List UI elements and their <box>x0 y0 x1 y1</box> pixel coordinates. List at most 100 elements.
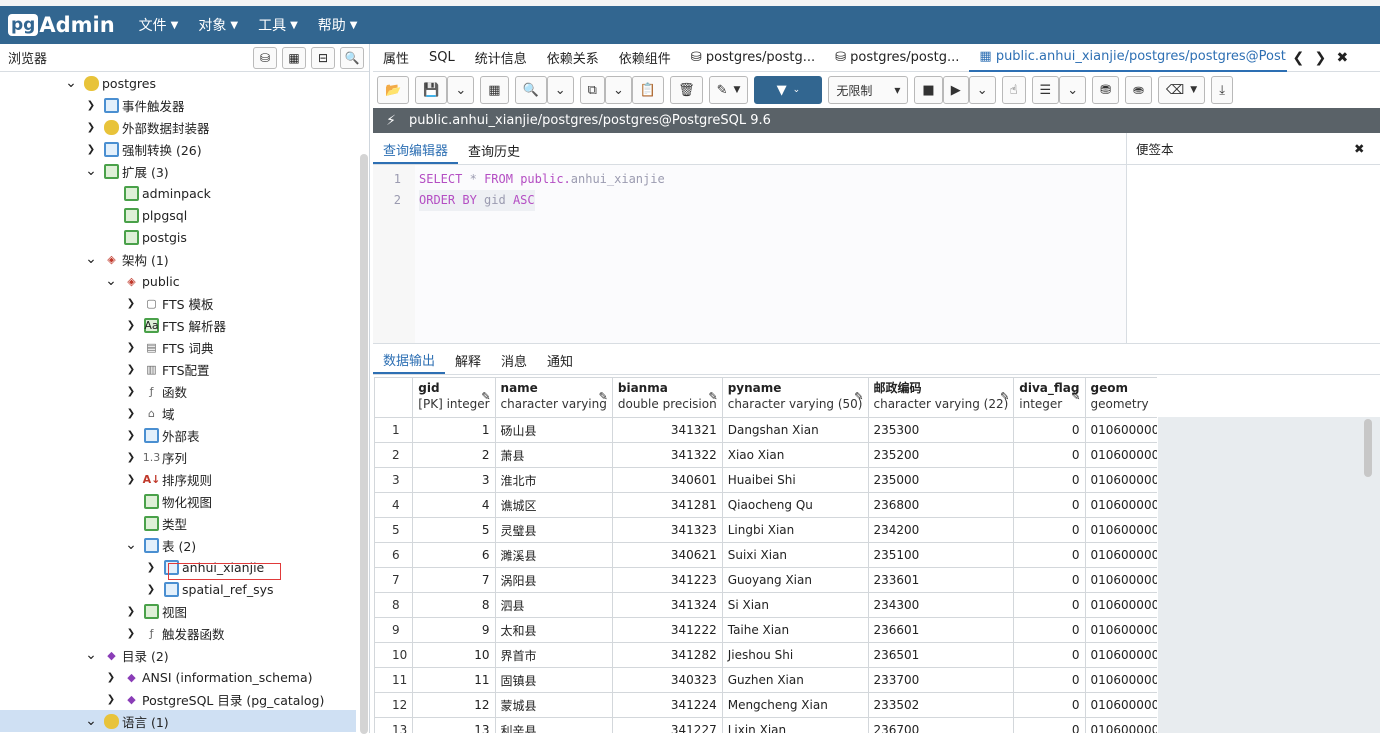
copy-dropdown[interactable]: ⌄ <box>604 76 632 104</box>
chevron-right-icon[interactable]: ❯ <box>124 452 138 463</box>
tree-node[interactable]: 类型 <box>124 512 187 534</box>
tree-node[interactable]: ❯ ƒ 函数 <box>124 380 187 402</box>
table-cell[interactable]: 340601 <box>611 467 723 493</box>
tab-sql[interactable]: SQL <box>419 44 465 72</box>
chevron-down-icon[interactable]: ⌄ <box>64 76 78 90</box>
edit-column-icon[interactable]: ✎ <box>709 390 718 403</box>
execute-dropdown[interactable]: ⌄ <box>968 76 996 104</box>
table-row[interactable]: 1010界首市341282Jieshou Shi2365010010600000… <box>374 642 1157 668</box>
save-button[interactable]: 💾 <box>415 76 448 104</box>
table-cell[interactable]: Huaibei Shi <box>721 467 869 493</box>
chevron-down-icon[interactable]: ⌄ <box>104 274 118 288</box>
table-cell[interactable]: 233700 <box>867 667 1015 693</box>
table-cell[interactable]: 0 <box>1013 667 1086 693</box>
table-cell[interactable]: 0 <box>1013 517 1086 543</box>
table-cell[interactable]: Guoyang Xian <box>721 567 869 593</box>
sql-editor[interactable]: 1 SELECT * FROM public.anhui_xianjie 2 O… <box>373 165 1126 343</box>
table-cell[interactable]: 0 <box>1013 467 1086 493</box>
table-cell[interactable]: 0 <box>1013 542 1086 568</box>
tree-node[interactable]: ⌄ ◈ public <box>104 270 180 292</box>
table-cell[interactable]: 0 <box>1013 417 1086 443</box>
search-icon[interactable]: 🔍 <box>340 46 364 69</box>
tree-node[interactable]: ❯ ⌂ 域 <box>124 402 175 424</box>
tab-prev-icon[interactable]: ❮ <box>1287 50 1309 66</box>
chevron-right-icon[interactable]: ❯ <box>104 694 118 705</box>
table-cell[interactable]: 萧县 <box>494 442 613 468</box>
grid-scrollbar[interactable] <box>1364 419 1372 477</box>
data-grid[interactable]: gid [PK] integer ✎ name character varying ✎ bi… <box>374 377 1157 733</box>
tree-node[interactable]: ❯ 视图 <box>124 600 187 622</box>
edit-column-icon[interactable]: ✎ <box>1071 390 1080 403</box>
find-table-button[interactable]: ▦ <box>480 76 509 104</box>
explain-button[interactable]: ☝ <box>1001 76 1026 104</box>
paste-button[interactable]: 📋 <box>631 76 665 104</box>
view-data-icon[interactable]: ▦ <box>282 46 306 69</box>
table-cell[interactable]: 5 <box>412 517 496 543</box>
tab-properties[interactable]: 属性 <box>373 44 419 72</box>
table-cell[interactable]: Mengcheng Xian <box>721 692 869 718</box>
column-header-gid[interactable]: gid [PK] integer ✎ <box>412 377 496 418</box>
table-cell[interactable]: Si Xian <box>721 592 869 618</box>
chevron-down-icon[interactable]: ⌄ <box>84 164 98 178</box>
table-cell[interactable]: 0 <box>1013 642 1086 668</box>
table-cell[interactable]: 谯城区 <box>494 492 613 518</box>
table-cell[interactable]: 0 <box>1013 442 1086 468</box>
tab-query-history[interactable]: 查询历史 <box>458 136 530 164</box>
tab-dependents[interactable]: 依赖组件 <box>609 44 681 72</box>
table-cell[interactable]: 蒙城县 <box>494 692 613 718</box>
table-cell[interactable]: 341222 <box>611 617 723 643</box>
table-cell[interactable]: 235000 <box>867 467 1015 493</box>
tree-node[interactable]: ⌄ postgres <box>64 72 156 94</box>
column-header-pyname[interactable]: pyname character varying (50) ✎ <box>721 377 869 418</box>
table-cell[interactable]: 341223 <box>611 567 723 593</box>
table-cell[interactable]: 233601 <box>867 567 1015 593</box>
table-cell[interactable]: 341323 <box>611 517 723 543</box>
table-cell[interactable]: 233502 <box>867 692 1015 718</box>
table-cell[interactable]: 01060000000100... <box>1084 542 1157 568</box>
column-header-name[interactable]: name character varying ✎ <box>494 377 613 418</box>
table-row[interactable]: 1111固镇县340323Guzhen Xian2337000010600000… <box>374 667 1157 693</box>
column-header-邮政编码[interactable]: 邮政编码 character varying (22) ✎ <box>867 377 1015 418</box>
table-cell[interactable]: 234300 <box>867 592 1015 618</box>
table-cell[interactable]: 341281 <box>611 492 723 518</box>
table-row[interactable]: 12 12 蒙城县 341224 Mengcheng Xian 233502 0 010600… <box>374 692 1157 718</box>
edit-button[interactable]: ✎ ▼ <box>708 76 749 104</box>
open-file-button[interactable]: 📂 <box>377 76 410 104</box>
chevron-right-icon[interactable]: ❯ <box>84 122 98 133</box>
table-cell[interactable]: 341322 <box>611 442 723 468</box>
tree-node[interactable]: ❯ 外部表 <box>124 424 200 446</box>
table-cell[interactable]: 340323 <box>611 667 723 693</box>
chevron-right-icon[interactable]: ❯ <box>124 342 138 353</box>
table-cell[interactable]: 341224 <box>611 692 723 718</box>
chevron-right-icon[interactable]: ❯ <box>84 144 98 155</box>
table-cell[interactable]: 0 <box>1013 692 1086 718</box>
edit-column-icon[interactable]: ✎ <box>599 390 608 403</box>
tab-messages[interactable]: 消息 <box>491 346 537 374</box>
table-cell[interactable]: 236501 <box>867 642 1015 668</box>
table-cell[interactable]: 10 <box>412 642 496 668</box>
chevron-right-icon[interactable]: ❯ <box>124 474 138 485</box>
table-cell[interactable]: 236800 <box>867 492 1015 518</box>
edit-column-icon[interactable]: ✎ <box>481 390 490 403</box>
tree-node[interactable]: ❯ ▤ FTS 词典 <box>124 336 214 358</box>
table-cell[interactable]: 涡阳县 <box>494 567 613 593</box>
table-cell[interactable]: 8 <box>412 592 496 618</box>
table-cell[interactable]: Lixin Xian <box>721 717 869 733</box>
find-button[interactable]: 🔍 <box>514 76 547 104</box>
explain-dropdown[interactable]: ⌄ <box>1059 76 1087 104</box>
table-cell[interactable]: 01060000000100... <box>1084 667 1157 693</box>
table-row[interactable]: 44谯城区341281Qiaocheng Qu23680000106000000… <box>374 492 1157 518</box>
filter-rows-icon[interactable]: ⊟ <box>311 46 335 69</box>
tab-query-2[interactable]: ⛁ postgres/postg... <box>825 44 969 72</box>
table-cell[interactable]: 4 <box>412 492 496 518</box>
tree-node[interactable]: ❯ ▥ FTS配置 <box>124 358 210 380</box>
tab-notifications[interactable]: 通知 <box>537 346 583 374</box>
table-cell[interactable]: Dangshan Xian <box>721 417 869 443</box>
tree-node[interactable]: ❯ ◆ ANSI (information_schema) <box>104 666 313 688</box>
table-cell[interactable]: 2 <box>412 442 496 468</box>
table-cell[interactable]: 01060000000100... <box>1084 642 1157 668</box>
tree-node[interactable]: ❯ A↓ 排序规则 <box>124 468 212 490</box>
table-cell[interactable]: 界首市 <box>494 642 613 668</box>
stop-button[interactable]: ■ <box>914 76 943 104</box>
table-cell[interactable]: 01060000000100... <box>1084 717 1157 733</box>
